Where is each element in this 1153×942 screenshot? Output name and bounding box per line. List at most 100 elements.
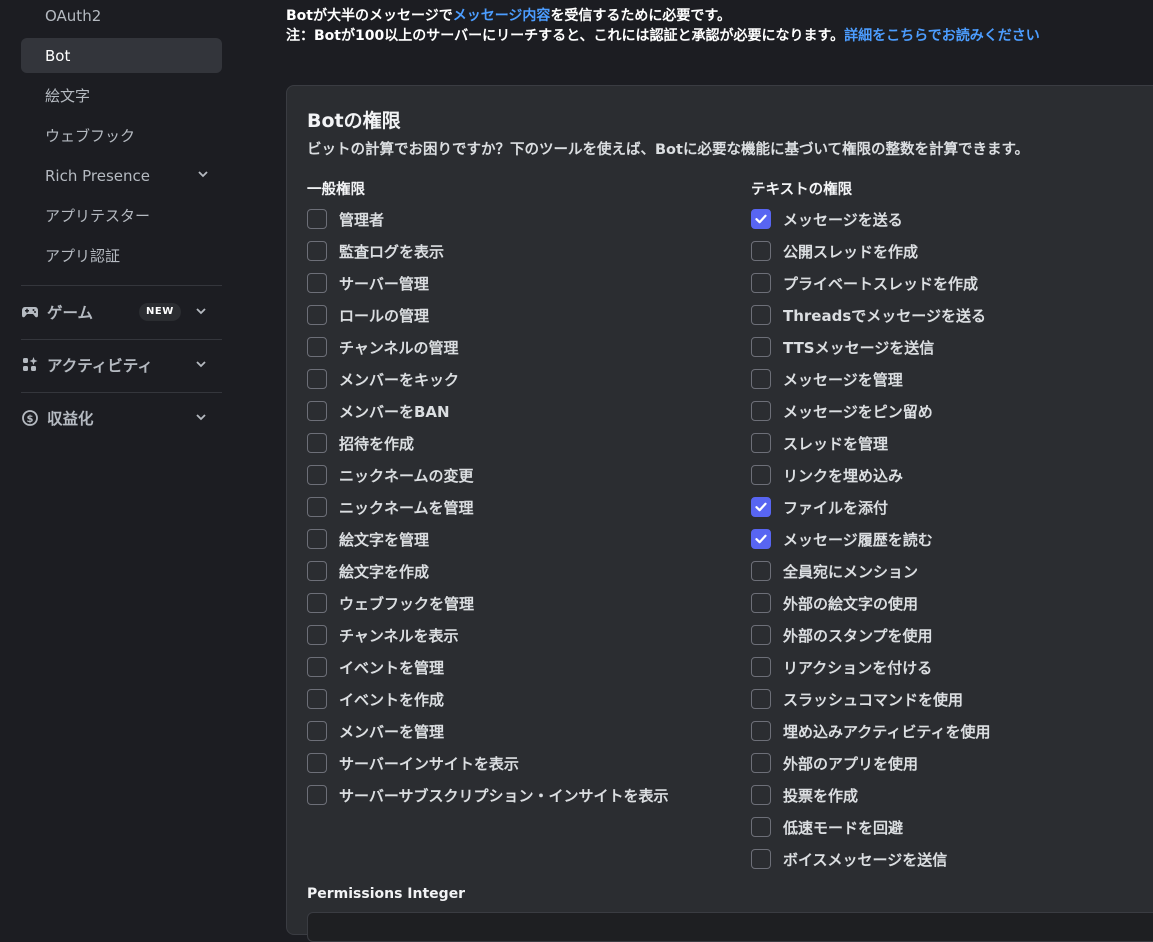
checkbox[interactable]: [307, 209, 327, 229]
permission-checkbox-row[interactable]: スレッドを管理: [751, 427, 990, 459]
checkbox[interactable]: [307, 657, 327, 677]
checkbox[interactable]: [307, 721, 327, 741]
checkbox[interactable]: [751, 401, 771, 421]
checkbox[interactable]: [307, 241, 327, 261]
checkbox[interactable]: [307, 593, 327, 613]
checkbox[interactable]: [751, 465, 771, 485]
checkbox[interactable]: [751, 241, 771, 261]
checkbox[interactable]: [751, 273, 771, 293]
checkbox[interactable]: [307, 497, 327, 517]
sidebar-item-bot[interactable]: Bot: [21, 38, 222, 73]
checkbox[interactable]: [751, 529, 771, 549]
checkbox[interactable]: [307, 753, 327, 773]
permission-checkbox-row[interactable]: イベントを管理: [307, 651, 669, 683]
permission-checkbox-row[interactable]: チャンネルの管理: [307, 331, 669, 363]
checkbox[interactable]: [307, 689, 327, 709]
checkbox[interactable]: [307, 433, 327, 453]
checkbox[interactable]: [307, 785, 327, 805]
permission-checkbox-row[interactable]: メッセージを管理: [751, 363, 990, 395]
checkbox[interactable]: [751, 689, 771, 709]
permission-checkbox-row[interactable]: ニックネームを管理: [307, 491, 669, 523]
checkbox[interactable]: [751, 657, 771, 677]
permission-checkbox-row[interactable]: 低速モードを回避: [751, 811, 990, 843]
permission-checkbox-row[interactable]: メンバーをBAN: [307, 395, 669, 427]
sidebar-item-app-verification[interactable]: アプリ認証: [21, 238, 222, 273]
sidebar-item-app-testers[interactable]: アプリテスター: [21, 198, 222, 233]
permission-label: イベントを管理: [339, 658, 445, 677]
checkbox[interactable]: [307, 369, 327, 389]
sidebar-item-webhooks[interactable]: ウェブフック: [21, 118, 222, 153]
svg-text:$: $: [27, 414, 34, 425]
permission-checkbox-row[interactable]: ファイルを添付: [751, 491, 990, 523]
permission-checkbox-row[interactable]: 外部のスタンプを使用: [751, 619, 990, 651]
permission-label: メッセージ履歴を読む: [783, 530, 933, 549]
checkbox[interactable]: [751, 753, 771, 773]
checkbox[interactable]: [307, 625, 327, 645]
checkbox[interactable]: [307, 561, 327, 581]
permission-checkbox-row[interactable]: ニックネームの変更: [307, 459, 669, 491]
sidebar-item-rich-presence[interactable]: Rich Presence: [21, 158, 222, 193]
permission-checkbox-row[interactable]: リアクションを付ける: [751, 651, 990, 683]
permission-checkbox-row[interactable]: 絵文字を管理: [307, 523, 669, 555]
permission-checkbox-row[interactable]: 公開スレッドを作成: [751, 235, 990, 267]
permission-checkbox-row[interactable]: 絵文字を作成: [307, 555, 669, 587]
permission-checkbox-row[interactable]: ロールの管理: [307, 299, 669, 331]
checkbox[interactable]: [751, 721, 771, 741]
checkbox[interactable]: [307, 465, 327, 485]
checkbox[interactable]: [751, 785, 771, 805]
checkbox[interactable]: [751, 849, 771, 869]
learn-more-link[interactable]: 詳細をこちらでお読みください: [844, 28, 1040, 44]
permission-checkbox-row[interactable]: サーバーインサイトを表示: [307, 747, 669, 779]
permission-checkbox-row[interactable]: サーバー管理: [307, 267, 669, 299]
checkbox[interactable]: [751, 593, 771, 613]
permission-checkbox-row[interactable]: リンクを埋め込み: [751, 459, 990, 491]
permission-checkbox-row[interactable]: 投票を作成: [751, 779, 990, 811]
permission-checkbox-row[interactable]: 管理者: [307, 203, 669, 235]
permission-checkbox-row[interactable]: チャンネルを表示: [307, 619, 669, 651]
permission-checkbox-row[interactable]: TTSメッセージを送信: [751, 331, 990, 363]
sidebar-section-games[interactable]: ゲーム NEW: [21, 294, 222, 330]
checkbox[interactable]: [751, 817, 771, 837]
checkmark-icon: [755, 534, 767, 544]
permission-checkbox-row[interactable]: ウェブフックを管理: [307, 587, 669, 619]
permission-label: 低速モードを回避: [783, 818, 904, 837]
checkbox[interactable]: [751, 337, 771, 357]
permission-checkbox-row[interactable]: 外部のアプリを使用: [751, 747, 990, 779]
permission-checkbox-row[interactable]: 外部の絵文字の使用: [751, 587, 990, 619]
checkbox[interactable]: [307, 337, 327, 357]
sidebar-section-monetization[interactable]: $ 収益化: [21, 400, 222, 436]
checkbox[interactable]: [751, 497, 771, 517]
sidebar-section-activities[interactable]: アクティビティ: [21, 347, 222, 383]
checkbox[interactable]: [751, 305, 771, 325]
permission-checkbox-row[interactable]: メッセージ履歴を読む: [751, 523, 990, 555]
permission-checkbox-row[interactable]: ボイスメッセージを送信: [751, 843, 990, 875]
checkbox[interactable]: [751, 433, 771, 453]
permission-checkbox-row[interactable]: 埋め込みアクティビティを使用: [751, 715, 990, 747]
checkbox[interactable]: [751, 369, 771, 389]
permission-checkbox-row[interactable]: 監査ログを表示: [307, 235, 669, 267]
sidebar-item-emoji[interactable]: 絵文字: [21, 78, 222, 113]
permission-checkbox-row[interactable]: 全員宛にメンション: [751, 555, 990, 587]
checkbox[interactable]: [307, 529, 327, 549]
permission-label: プライベートスレッドを作成: [783, 274, 979, 293]
checkbox[interactable]: [751, 209, 771, 229]
checkbox[interactable]: [751, 561, 771, 581]
permission-checkbox-row[interactable]: メンバーをキック: [307, 363, 669, 395]
permission-checkbox-row[interactable]: 招待を作成: [307, 427, 669, 459]
permission-checkbox-row[interactable]: サーバーサブスクリプション・インサイトを表示: [307, 779, 669, 811]
sidebar-item-oauth2[interactable]: OAuth2: [21, 0, 222, 33]
permission-checkbox-row[interactable]: プライベートスレッドを作成: [751, 267, 990, 299]
permission-checkbox-row[interactable]: Threadsでメッセージを送る: [751, 299, 990, 331]
permission-checkbox-row[interactable]: メンバーを管理: [307, 715, 669, 747]
permission-label: ニックネームを管理: [339, 498, 474, 517]
checkbox[interactable]: [307, 305, 327, 325]
permission-checkbox-row[interactable]: メッセージをピン留め: [751, 395, 990, 427]
permission-checkbox-row[interactable]: イベントを作成: [307, 683, 669, 715]
message-content-link[interactable]: メッセージ内容: [453, 8, 551, 24]
permission-label: チャンネルを表示: [339, 626, 459, 645]
checkbox[interactable]: [307, 273, 327, 293]
checkbox[interactable]: [307, 401, 327, 421]
permission-checkbox-row[interactable]: スラッシュコマンドを使用: [751, 683, 990, 715]
permission-checkbox-row[interactable]: メッセージを送る: [751, 203, 990, 235]
checkbox[interactable]: [751, 625, 771, 645]
